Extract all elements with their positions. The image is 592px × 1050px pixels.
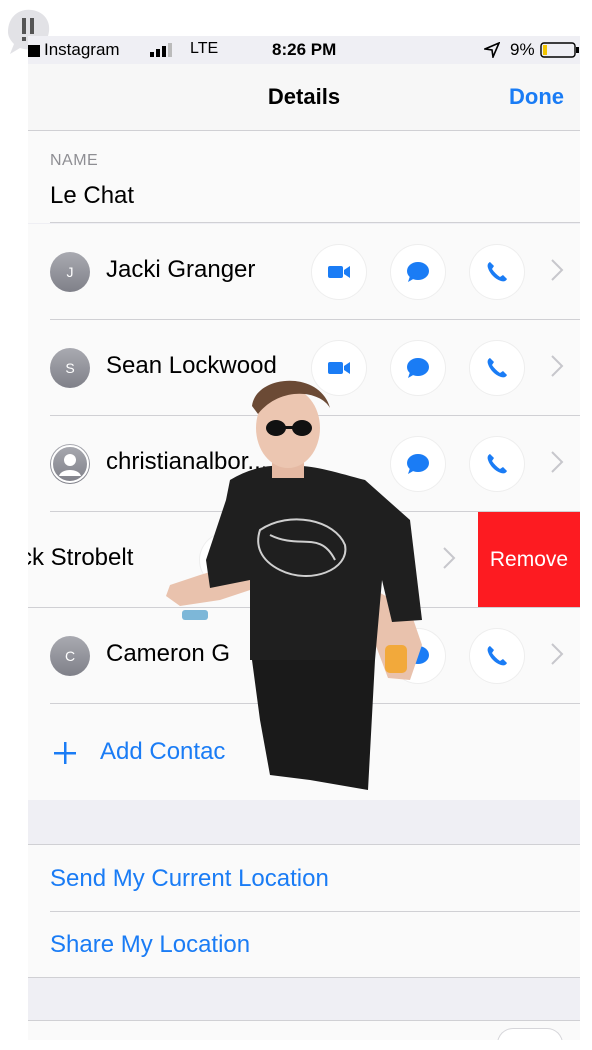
battery-icon (540, 42, 580, 63)
battery-percent: 9% (510, 40, 535, 59)
phone-icon (487, 454, 507, 474)
avatar: C (50, 636, 90, 676)
chevron-right-icon (551, 259, 564, 281)
signal-icon (150, 42, 176, 62)
page-title: Details (267, 84, 341, 109)
toggle-switch[interactable] (498, 1029, 562, 1040)
contact-row[interactable]: J Jacki Granger (28, 224, 580, 320)
contact-name: ck Strobelt (28, 544, 134, 571)
avatar (50, 444, 90, 484)
remove-button[interactable]: Remove (478, 512, 580, 608)
group-name-field[interactable]: Le Chat (50, 182, 134, 210)
status-bar: Instagram LTE 8:26 PM 9% (28, 36, 580, 64)
video-icon (328, 266, 350, 278)
plus-icon (54, 742, 76, 764)
phone-icon (487, 646, 507, 666)
share-location-link[interactable]: Share My Location (50, 931, 250, 959)
phone-call-button[interactable] (470, 245, 524, 299)
location-arrow-icon (482, 41, 501, 63)
avatar: S (50, 348, 90, 388)
location-section: Send My Current Location Share My Locati… (28, 844, 580, 978)
phone-icon (487, 262, 507, 282)
carrier-label: Instagram (44, 40, 120, 59)
contact-name: Jacki Granger (106, 256, 256, 283)
phone-call-button[interactable] (470, 629, 524, 683)
phone-call-button[interactable] (470, 341, 524, 395)
name-caption: NAME (50, 152, 99, 169)
message-button[interactable] (391, 245, 445, 299)
send-current-location-link[interactable]: Send My Current Location (50, 865, 329, 893)
phone-icon (487, 358, 507, 378)
chevron-right-icon (551, 451, 564, 473)
message-icon (407, 262, 429, 282)
navigation-bar: Details Done (28, 64, 580, 131)
avatar: J (50, 252, 90, 292)
person-silhouette-icon (51, 445, 89, 483)
video-call-button[interactable] (312, 245, 366, 299)
person-sticker-image (166, 380, 422, 790)
back-arrow-icon[interactable] (28, 44, 40, 57)
done-button[interactable]: Done (509, 84, 564, 110)
chevron-right-icon (551, 355, 564, 377)
bottom-section (28, 1020, 580, 1040)
phone-call-button[interactable] (470, 437, 524, 491)
clock: 8:26 PM (272, 40, 337, 59)
chevron-right-icon (551, 643, 564, 665)
network-label: LTE (190, 40, 219, 57)
